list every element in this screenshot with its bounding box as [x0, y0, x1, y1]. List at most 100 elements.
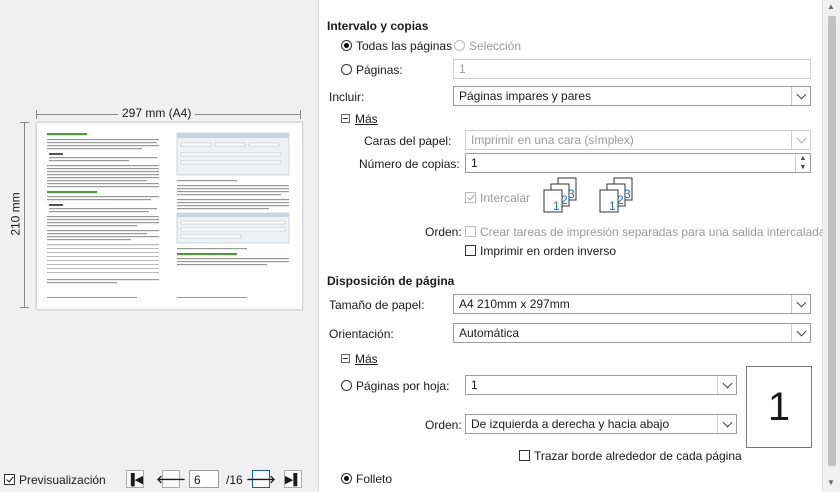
draw-border-checkbox[interactable]: Trazar borde alrededor de cada página: [519, 449, 742, 463]
reverse-order-checkbox[interactable]: Imprimir en orden inverso: [465, 244, 616, 258]
brochure-radio[interactable]: Folleto: [341, 472, 392, 486]
scroll-down-icon[interactable]: ▼: [827, 478, 835, 487]
paper-size-select[interactable]: A4 210mm x 297mm: [453, 294, 811, 314]
pages-per-sheet-value: 1: [471, 378, 478, 392]
more-label-layout: Más: [355, 352, 378, 366]
height-dimension-tick-top: [20, 122, 29, 123]
collate-icon-3b: 3: [624, 187, 631, 201]
preview-toggle-label: Previsualización: [19, 473, 106, 487]
orientation-value: Automática: [459, 326, 520, 340]
copies-label: Número de copias:: [359, 157, 460, 171]
separate-jobs-label: Crear tareas de impresión separadas para…: [480, 225, 826, 239]
selection-radio[interactable]: Selección: [454, 39, 521, 53]
pages-label: Páginas:: [356, 63, 403, 77]
paper-sides-label: Caras del papel:: [364, 134, 452, 148]
scrollbar-thumb[interactable]: [828, 16, 836, 466]
first-page-icon: ▐◀: [126, 473, 144, 486]
collapse-icon: [341, 354, 350, 363]
copies-input[interactable]: 1 ▲ ▼: [465, 153, 811, 173]
collate-icon-2b: 2: [617, 193, 624, 207]
page-total-label: /16: [226, 473, 243, 487]
reverse-order-label: Imprimir en orden inverso: [480, 244, 617, 258]
more-toggle-range[interactable]: Más: [341, 112, 378, 126]
chevron-down-icon: [717, 415, 736, 433]
width-dimension-tick-left: [36, 110, 37, 119]
paper-size-value: A4 210mm x 297mm: [459, 297, 570, 311]
preview-width-label: 297 mm (A4): [118, 106, 196, 120]
chevron-down-icon: [717, 376, 736, 394]
reverse-order-checkbox-box[interactable]: [465, 245, 476, 256]
last-page-icon: ▶▌: [284, 473, 302, 486]
arrow-left-icon: 🡐: [156, 474, 186, 486]
previous-page-button[interactable]: 🡐: [156, 470, 186, 488]
chevron-down-icon: [791, 324, 810, 342]
pages-per-sheet-radio[interactable]: Páginas por hoja:: [341, 379, 449, 393]
selection-radio-dot[interactable]: [454, 40, 465, 51]
more-toggle-layout[interactable]: Más: [341, 352, 378, 366]
preview-pane: 297 mm (A4) 210 mm Previsualización ▐◀ 🡐…: [0, 0, 319, 492]
orientation-select[interactable]: Automática: [453, 323, 811, 343]
chevron-down-icon: [791, 295, 810, 313]
copies-spin-buttons[interactable]: ▲ ▼: [795, 154, 810, 172]
include-label: Incluir:: [329, 90, 365, 104]
brochure-radio-dot[interactable]: [341, 473, 352, 484]
chevron-down-icon: [791, 87, 810, 105]
next-page-button[interactable]: 🡒: [246, 470, 276, 488]
pages-per-sheet-label: Páginas por hoja:: [356, 379, 450, 393]
height-dimension-line: [24, 122, 25, 308]
pages-radio-dot[interactable]: [341, 64, 352, 75]
pages-per-sheet-preview: 1: [746, 366, 812, 448]
pages-per-sheet-radio-dot[interactable]: [341, 380, 352, 391]
page-number-input[interactable]: 6: [189, 470, 219, 488]
range-section-title: Intervalo y copias: [327, 19, 429, 33]
collate-icon-2: 2: [561, 193, 568, 207]
paper-sides-value: Imprimir en una cara (símplex): [471, 133, 634, 147]
preview-checkbox[interactable]: [4, 474, 15, 485]
separate-jobs-checkbox[interactable]: Crear tareas de impresión separadas para…: [465, 225, 826, 239]
collate-icon-1b: 1: [609, 199, 616, 213]
selection-label: Selección: [469, 39, 522, 53]
collate-checkbox-box[interactable]: [465, 192, 476, 203]
page-order-select[interactable]: De izquierda a derecha y hacia abajo: [465, 414, 737, 434]
all-pages-radio-dot[interactable]: [341, 40, 352, 51]
include-select[interactable]: Páginas impares y pares: [453, 86, 811, 106]
print-options-pane: Intervalo y copias Todas las páginas Sel…: [319, 0, 826, 492]
order-label-layout: Orden:: [425, 418, 462, 432]
brochure-label: Folleto: [356, 472, 393, 486]
copies-value: 1: [471, 156, 478, 170]
collate-icon-3: 3: [568, 187, 575, 201]
collapse-icon: [341, 114, 350, 123]
orientation-label: Orientación:: [329, 327, 394, 341]
draw-border-label: Trazar borde alrededor de cada página: [534, 449, 742, 463]
collate-illustration: 1 2 3 1 2 3: [543, 177, 633, 213]
pages-radio[interactable]: Páginas:: [341, 63, 403, 77]
page-order-value: De izquierda a derecha y hacia abajo: [471, 417, 670, 431]
scroll-up-icon[interactable]: ▲: [827, 2, 835, 11]
include-value: Páginas impares y pares: [459, 89, 592, 103]
pages-input[interactable]: 1: [453, 59, 811, 79]
height-dimension-tick-bottom: [20, 307, 29, 308]
page-thumbnail-content: [47, 132, 290, 298]
order-label-range: Orden:: [425, 225, 462, 239]
pages-per-sheet-select[interactable]: 1: [465, 375, 737, 395]
collate-label: Intercalar: [480, 191, 531, 205]
collate-icon-1: 1: [553, 199, 560, 213]
last-page-button[interactable]: ▶▌: [284, 470, 302, 488]
draw-border-checkbox-box[interactable]: [519, 450, 530, 461]
all-pages-label: Todas las páginas: [356, 39, 453, 53]
more-label-range: Más: [355, 112, 378, 126]
arrow-right-icon: 🡒: [246, 474, 276, 486]
width-dimension-tick-right: [300, 110, 301, 119]
chevron-down-icon: [791, 131, 810, 149]
preview-toggle[interactable]: Previsualización: [4, 473, 106, 487]
first-page-button[interactable]: ▐◀: [126, 470, 144, 488]
paper-sides-select[interactable]: Imprimir en una cara (símplex): [465, 130, 811, 150]
separate-jobs-checkbox-box[interactable]: [465, 226, 476, 237]
paper-size-label: Tamaño de papel:: [329, 298, 425, 312]
collate-checkbox[interactable]: Intercalar: [465, 191, 530, 205]
all-pages-radio[interactable]: Todas las páginas: [341, 39, 452, 53]
layout-section-title: Disposición de página: [327, 274, 455, 288]
page-thumbnail: [36, 122, 303, 310]
vertical-scrollbar[interactable]: ▲ ▼: [822, 0, 840, 492]
preview-height-label: 210 mm: [8, 189, 23, 239]
